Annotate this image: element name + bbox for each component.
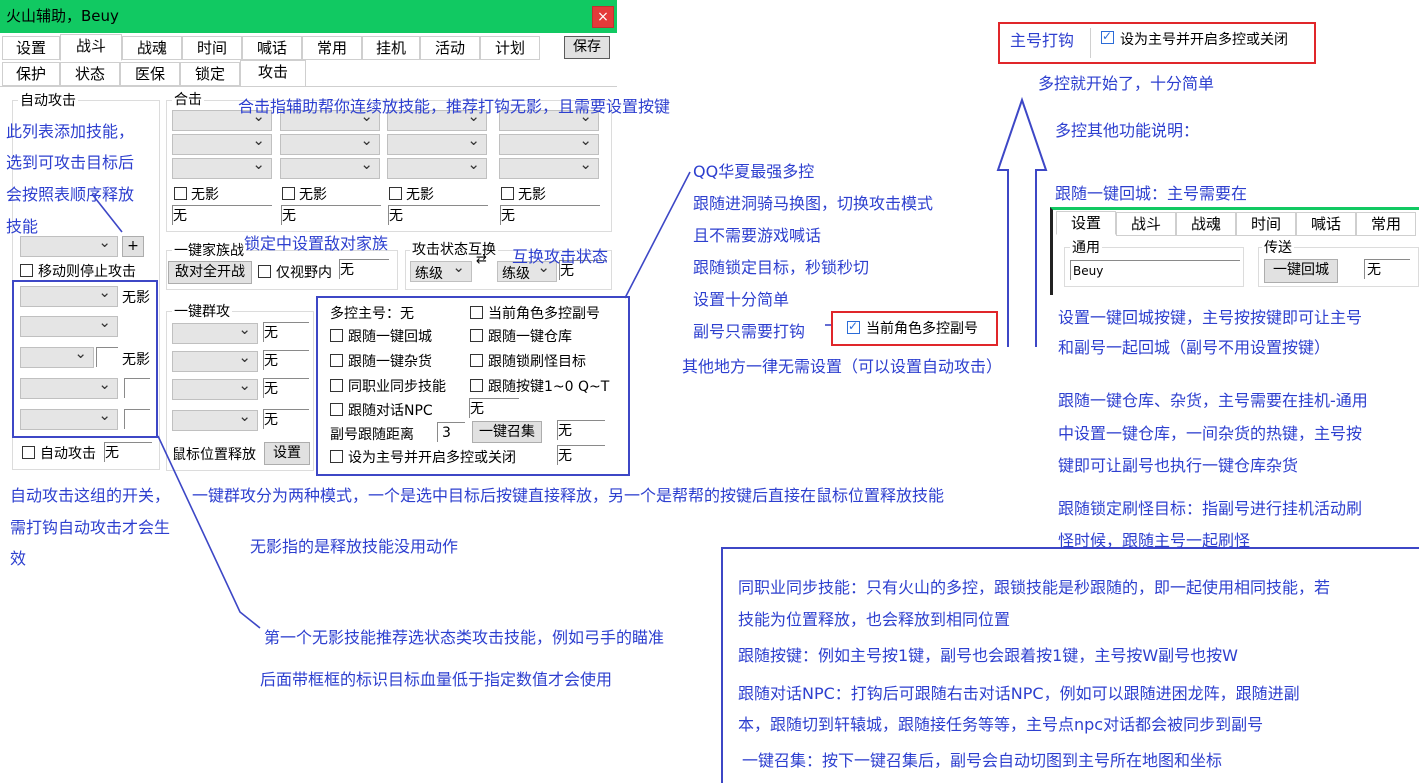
- more-features-title: 多控其他功能说明：: [1055, 121, 1200, 140]
- list-hint-connector: [91, 193, 123, 233]
- wuying-box-connector: [157, 435, 261, 629]
- master-divider: [1090, 28, 1091, 58]
- inset-general-label: 通用: [1070, 237, 1102, 257]
- inset-tab-time: 时间: [1236, 212, 1296, 236]
- master-example-checkbox: [1101, 29, 1114, 44]
- master-example-label: 设为主号并开启多控或关闭: [1120, 32, 1288, 48]
- inset-teleport-label: 传送: [1262, 237, 1294, 257]
- follow-keys-desc: 跟随按键：例如主号按1键，副号也会跟着按1键，主号按W副号也按W: [738, 646, 1239, 665]
- follow-npc-desc-2: 本，跟随切到轩辕城，跟随接任务等等，主号点npc对话都会被同步到副号: [738, 715, 1264, 734]
- multi-panel-connector: [624, 171, 691, 299]
- inset-tab-settings: 设置: [1056, 211, 1116, 235]
- return-desc-1: 设置一键回城按键，主号按按键即可让主号: [1058, 308, 1363, 327]
- inset-return-key-field: 无: [1364, 259, 1410, 279]
- follow-return-note: 跟随一键回城：主号需要在: [1055, 184, 1248, 203]
- inset-tab-battle: 战斗: [1116, 212, 1176, 236]
- follow-npc-desc-1: 跟随对话NPC：打钩后可跟随右击对话NPC，例如可以跟随进困龙阵，跟随进副: [738, 684, 1300, 703]
- return-desc-2: 和副号一起回城（副号不用设置按键）: [1058, 338, 1331, 357]
- summon-desc: 一键召集：按下一键召集后，副号会自动切图到主号所在地图和坐标: [742, 751, 1223, 770]
- inset-tab-common: 常用: [1356, 212, 1416, 236]
- inset-tab-soul: 战魂: [1176, 212, 1236, 236]
- same-job-desc-1: 同职业同步技能：只有火山的多控，跟锁技能是秒跟随的，即一起使用相同技能，若: [738, 578, 1331, 597]
- store-desc-3: 键即可让副号也执行一键仓库杂货: [1058, 456, 1299, 475]
- same-job-desc-2: 技能为位置释放，也会释放到相同位置: [738, 610, 1011, 629]
- lock-desc-1: 跟随锁定刷怪目标：指副号进行挂机活动刷: [1058, 499, 1363, 518]
- inset-tab-shout: 喊话: [1296, 212, 1356, 236]
- store-desc-1: 跟随一键仓库、杂货，主号需要在挂机-通用: [1058, 391, 1368, 410]
- store-desc-2: 中设置一键仓库，一间杂货的热键，主号按: [1058, 424, 1363, 443]
- master-check-label: 主号打钩: [1010, 31, 1075, 50]
- inset-return-button: 一键回城: [1264, 259, 1338, 283]
- inset-name-field: Beuy: [1070, 260, 1240, 280]
- start-hint: 多控就开始了，十分简单: [1038, 74, 1215, 93]
- lock-desc-2: 怪时候，跟随主号一起刷怪: [1058, 531, 1251, 550]
- up-arrow-icon: [996, 96, 1048, 347]
